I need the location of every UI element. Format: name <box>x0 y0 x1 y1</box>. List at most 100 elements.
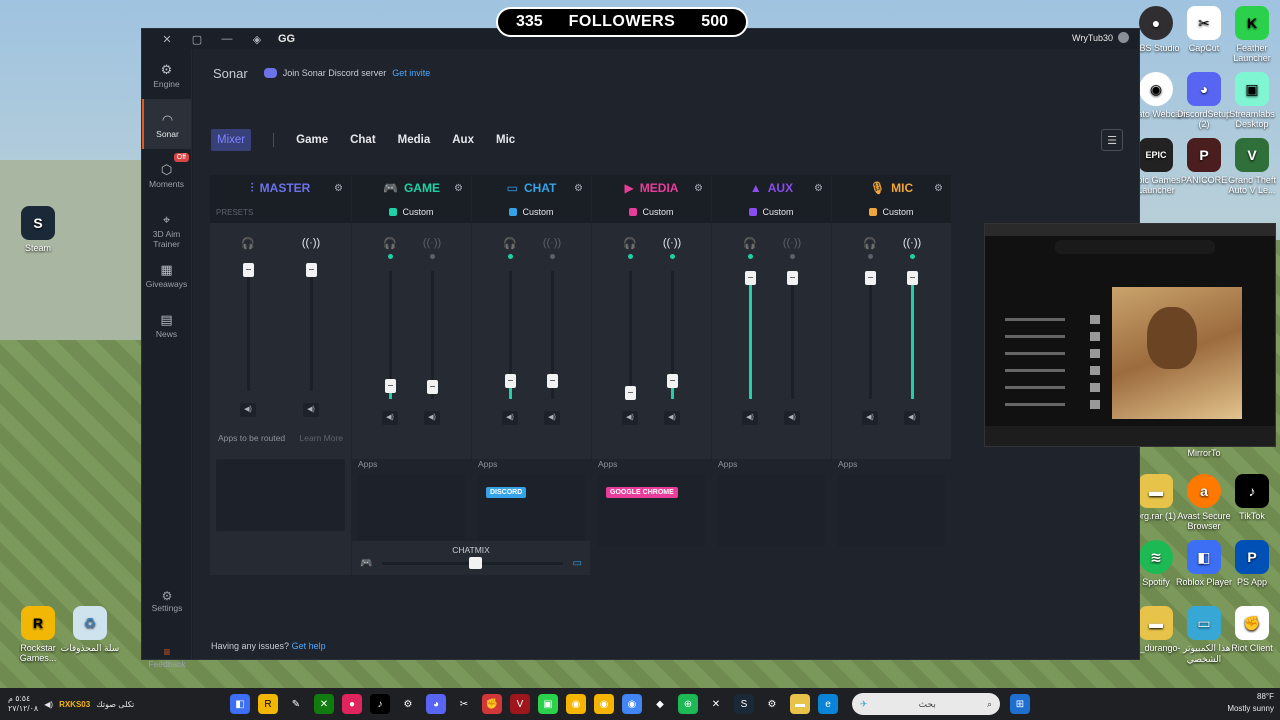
chat-stream-fader[interactable]: ((·)) ◀) <box>541 237 563 425</box>
player-bar[interactable] <box>985 426 1275 446</box>
fader-track[interactable] <box>864 271 876 399</box>
game-monitor-fader[interactable]: 🎧 ◀) <box>379 237 401 425</box>
desktop-icon-gta[interactable]: V Grand Theft Auto V Le... <box>1220 138 1280 195</box>
apps-dropzone[interactable] <box>838 475 945 547</box>
sidebar-item-sonar[interactable]: ◠ Sonar <box>142 99 191 149</box>
apps-dropzone[interactable]: GOOGLE CHROME <box>598 475 705 547</box>
chat-monitor-fader[interactable]: 🎧 ◀) <box>499 237 521 425</box>
apps-dropzone[interactable]: DISCORD <box>478 475 585 547</box>
sidebar-item-giveaways[interactable]: ▦ Giveaways <box>142 249 191 299</box>
fader-track[interactable] <box>504 271 516 399</box>
volume-icon[interactable]: ◀) <box>240 403 256 417</box>
fader-handle[interactable] <box>864 271 876 285</box>
volume-icon[interactable]: ◀) <box>904 411 920 425</box>
fader-handle[interactable] <box>546 374 558 388</box>
roblox-icon[interactable]: ◧ <box>230 694 250 714</box>
weather-widget[interactable]: 88°F Mostly sunny <box>1227 691 1274 715</box>
obs-icon[interactable]: ● <box>342 694 362 714</box>
fader-track[interactable] <box>624 271 636 400</box>
fader-track[interactable] <box>906 271 918 399</box>
clock[interactable]: ٥:٥٤ م ٢٧/١٢/٠٨ <box>8 694 38 714</box>
capcut-taskbar-icon[interactable]: ✕ <box>706 694 726 714</box>
fader-handle[interactable] <box>305 263 317 277</box>
fader-handle[interactable] <box>666 374 678 388</box>
gear-icon[interactable]: ⚙ <box>934 183 943 194</box>
volume-icon[interactable]: ◀) <box>544 411 560 425</box>
app-chip-google-chrome[interactable]: GOOGLE CHROME <box>606 487 678 498</box>
preset-selector[interactable]: Custom <box>472 201 591 223</box>
fader-track[interactable] <box>305 263 317 391</box>
chrome-icon[interactable]: ◉ <box>566 694 586 714</box>
desktop-icon-riot[interactable]: ✊ Riot Client <box>1220 606 1280 653</box>
steam-icon[interactable]: S <box>734 694 754 714</box>
master-stream-fader[interactable]: ((·)) ◀) <box>300 237 322 417</box>
preset-selector[interactable]: Custom <box>832 201 951 223</box>
rockstar-icon[interactable]: R <box>258 694 278 714</box>
tab-aux[interactable]: Aux <box>452 134 474 146</box>
list-item[interactable] <box>1005 331 1100 341</box>
apps-dropzone[interactable] <box>718 475 825 547</box>
fader-handle[interactable] <box>906 271 918 285</box>
gear-icon[interactable]: ⚙ <box>574 183 583 194</box>
fader-track[interactable] <box>546 271 558 399</box>
preset-selector[interactable]: Custom <box>592 201 711 223</box>
desktop-icon-mirrorto[interactable]: MirrorTo <box>1172 448 1236 458</box>
fader-track[interactable] <box>242 263 254 391</box>
steelseries-icon[interactable]: ⚙ <box>398 694 418 714</box>
volume-icon[interactable]: ◀) <box>424 411 440 425</box>
fader-handle[interactable] <box>426 380 438 394</box>
volume-icon[interactable]: ◀) <box>382 411 398 425</box>
xbox-app-icon[interactable]: ⊕ <box>678 694 698 714</box>
tab-mixer[interactable]: Mixer <box>211 129 252 151</box>
fader-track[interactable] <box>666 271 678 399</box>
desktop-icon-streamlabs[interactable]: ▣ Streamlabs Desktop <box>1220 72 1280 129</box>
fader-track[interactable] <box>786 271 798 399</box>
file-explorer-icon[interactable]: ▬ <box>790 694 810 714</box>
edge-icon[interactable]: e <box>818 694 838 714</box>
list-item[interactable] <box>1005 382 1100 392</box>
volume-icon[interactable]: ◀) <box>742 411 758 425</box>
learn-more-link[interactable]: Learn More <box>300 433 343 451</box>
desktop-icon-recycle-bin[interactable]: ♻ سلة المحذوفات <box>58 606 122 654</box>
fader-track[interactable] <box>426 271 438 399</box>
maximize-window-icon[interactable]: ▢ <box>182 33 212 46</box>
chrome-profile-icon[interactable]: ◉ <box>594 694 614 714</box>
sidebar-item-settings[interactable]: ⚙ Settings <box>142 589 192 613</box>
game-stream-fader[interactable]: ((·)) ◀) <box>421 237 443 425</box>
desktop-icon-tiktok[interactable]: ♪ TikTok <box>1220 474 1280 521</box>
media-stream-fader[interactable]: ((·)) ◀) <box>661 237 683 425</box>
menu-button[interactable]: ☰ <box>1101 129 1123 151</box>
left-app-label[interactable]: تكلى صوتك <box>96 700 134 709</box>
fader-handle[interactable] <box>242 263 254 277</box>
fader-handle[interactable] <box>786 271 798 285</box>
streamlabs-icon[interactable]: ▣ <box>538 694 558 714</box>
preset-selector[interactable]: Custom <box>352 201 471 223</box>
tab-mic[interactable]: Mic <box>496 134 515 146</box>
aux-stream-fader[interactable]: ((·)) ◀) <box>781 237 803 425</box>
youtube-music-window[interactable] <box>984 223 1276 447</box>
media-monitor-fader[interactable]: 🎧 ◀) <box>619 237 641 425</box>
volume-icon[interactable]: ◀) <box>622 411 638 425</box>
desktop-icon-feather[interactable]: K Feather Launcher <box>1220 6 1280 63</box>
desktop-icon-steam[interactable]: S Steam <box>6 206 70 253</box>
close-window-icon[interactable]: ✕ <box>152 33 182 46</box>
sidebar-item-moments[interactable]: Off ⬡ Moments <box>142 149 191 199</box>
tab-game[interactable]: Game <box>296 134 328 146</box>
epic-games-icon[interactable]: ◆ <box>650 694 670 714</box>
chatmix-slider[interactable] <box>382 557 563 569</box>
list-item[interactable] <box>1005 399 1100 409</box>
sidebar-item-news[interactable]: ▤ News <box>142 299 191 349</box>
list-item[interactable] <box>1005 365 1100 375</box>
app-chip-discord[interactable]: DISCORD <box>486 487 527 498</box>
discord-icon[interactable]: ◕ <box>426 694 446 714</box>
apps-dropzone[interactable] <box>358 475 465 547</box>
sidebar-item-feedback[interactable]: ≡ Feedback <box>142 645 192 669</box>
chrome-active-icon[interactable]: ◉ <box>622 694 642 714</box>
start-icon[interactable]: ⊞ <box>1010 694 1030 714</box>
get-help-link[interactable]: Get help <box>292 641 326 651</box>
tab-media[interactable]: Media <box>398 134 431 146</box>
volume-icon[interactable]: ◀) <box>502 411 518 425</box>
volume-icon[interactable]: ◀) <box>664 411 680 425</box>
aux-monitor-fader[interactable]: 🎧 ◀) <box>739 237 761 425</box>
gear-icon[interactable]: ⚙ <box>814 183 823 194</box>
